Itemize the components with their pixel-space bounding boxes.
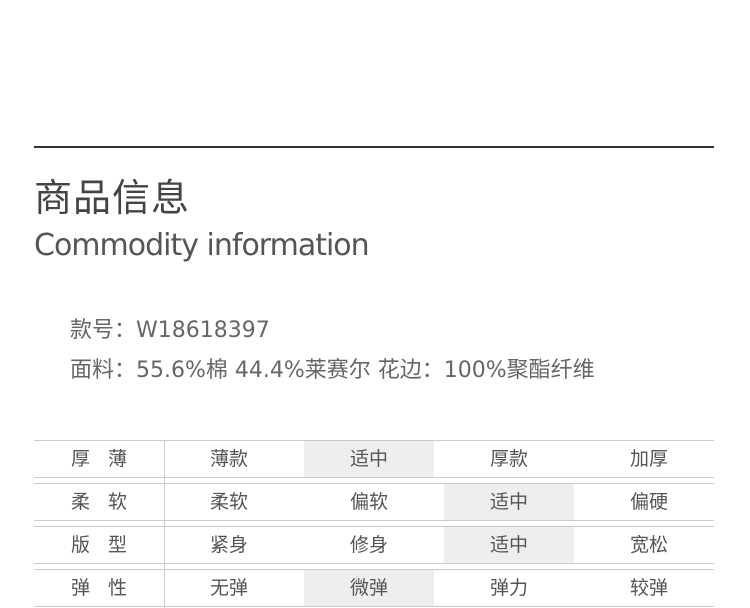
- spec-table: 厚薄 薄款 适中 厚款 加厚 柔软 柔软 偏软 适中 偏硬 版型 紧身 修身 适…: [34, 440, 714, 608]
- spec-option: 紧身: [209, 534, 248, 556]
- spec-label: 弹性: [70, 577, 145, 599]
- spec-option: 偏硬: [629, 491, 668, 513]
- spec-option: 弹力: [489, 577, 528, 599]
- spec-label: 版型: [70, 534, 145, 556]
- spec-row-softness: 柔软 柔软 偏软 适中 偏硬: [34, 483, 714, 521]
- spec-option: 适中: [304, 441, 434, 477]
- spec-option: 适中: [444, 484, 574, 520]
- fabric-composition: 面料：55.6%棉 44.4%莱赛尔 花边：100%聚酯纤维: [70, 358, 595, 383]
- spec-option: 宽松: [629, 534, 668, 556]
- spec-option: 无弹: [209, 577, 248, 599]
- spec-option: 适中: [444, 527, 574, 563]
- spec-option: 加厚: [629, 448, 668, 470]
- section-title-cn: 商品信息: [34, 176, 191, 220]
- style-number: 款号：W18618397: [70, 318, 270, 343]
- spec-row-fit: 版型 紧身 修身 适中 宽松: [34, 526, 714, 564]
- spec-row-thickness: 厚薄 薄款 适中 厚款 加厚: [34, 440, 714, 478]
- spec-label: 柔软: [70, 491, 145, 513]
- header-divider: [34, 146, 714, 148]
- spec-option: 柔软: [209, 491, 248, 513]
- spec-option: 较弹: [629, 577, 668, 599]
- spec-option: 薄款: [209, 448, 248, 470]
- spec-option: 厚款: [489, 448, 528, 470]
- spec-option: 微弹: [304, 570, 434, 606]
- spec-option: 修身: [349, 534, 388, 556]
- spec-option: 偏软: [349, 491, 388, 513]
- spec-row-elasticity: 弹性 无弹 微弹 弹力 较弹: [34, 569, 714, 607]
- section-title-en: Commodity information: [34, 228, 370, 263]
- spec-label: 厚薄: [70, 448, 145, 470]
